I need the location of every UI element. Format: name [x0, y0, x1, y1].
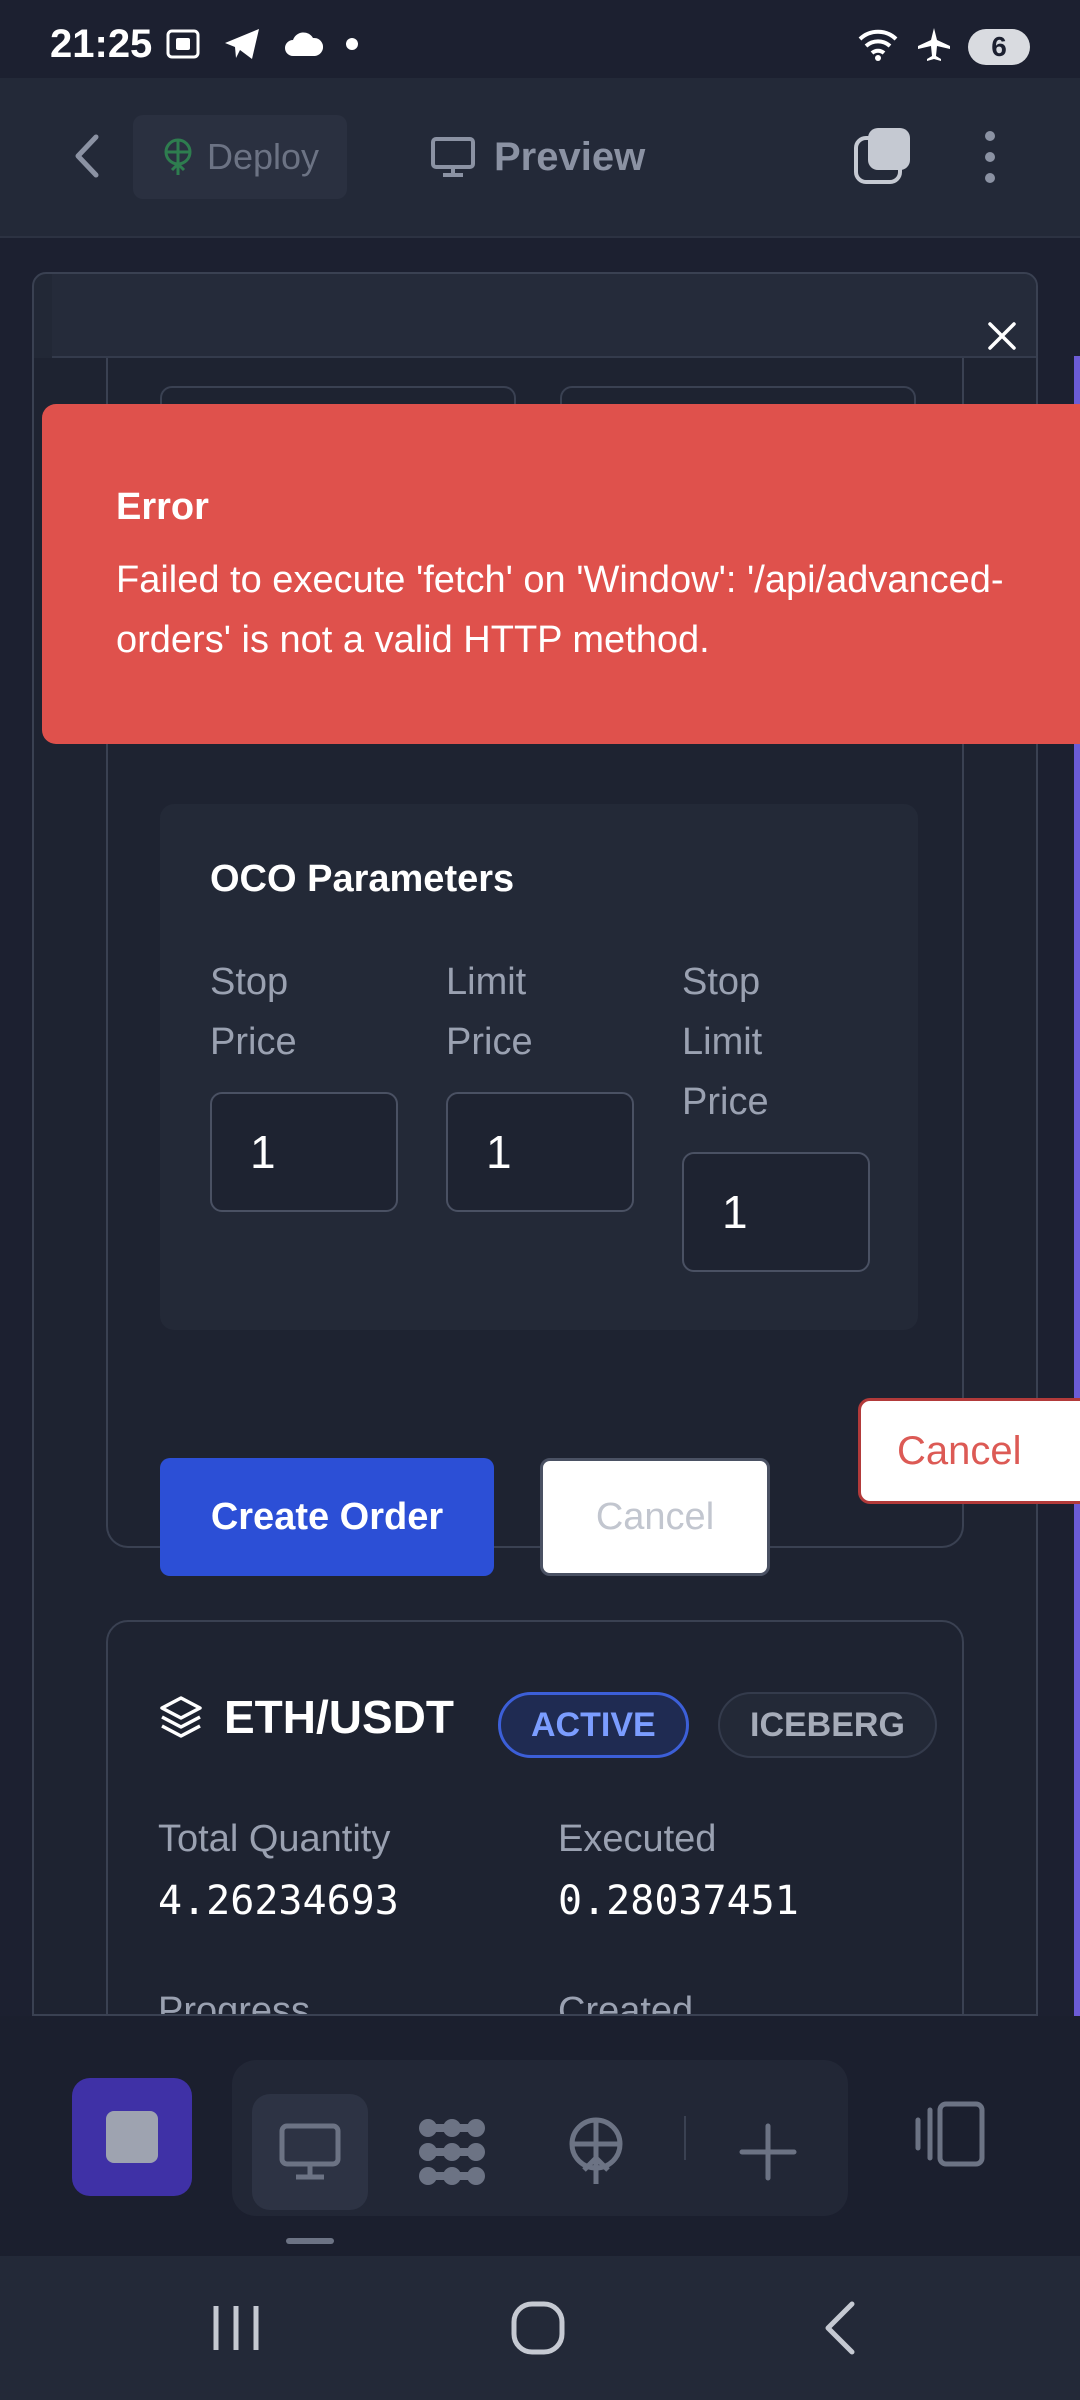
- dock-nodes-button[interactable]: [394, 2094, 510, 2210]
- plus-icon: [739, 2123, 797, 2181]
- status-icons-right: 6: [856, 26, 1030, 67]
- layers-icon: [160, 1696, 202, 1738]
- dock-deploy-button[interactable]: [538, 2094, 654, 2210]
- oco-parameters: OCO Parameters Stop Price 1 Limit Price …: [160, 804, 918, 1330]
- preview-button[interactable]: Preview: [430, 115, 645, 199]
- modal-header: [52, 274, 1036, 358]
- deploy-icon: [569, 2117, 623, 2184]
- order-card: ETH/USDT ACTIVE ICEBERG Total Quantity 4…: [106, 1620, 964, 2016]
- back-icon: [75, 134, 99, 178]
- close-button[interactable]: [984, 318, 1020, 354]
- dock-preview-button[interactable]: [252, 2094, 368, 2210]
- executed-label: Executed: [558, 1818, 717, 1860]
- nodes-icon: [419, 2119, 485, 2185]
- status-icons-left: [165, 26, 359, 67]
- bottom-dock: [0, 2016, 1080, 2256]
- limit-price-label: Limit Price: [446, 961, 533, 1063]
- stop-price-field: Stop Price 1: [210, 952, 400, 1212]
- system-nav-bar: [0, 2256, 1080, 2400]
- executed-value: 0.28037451: [558, 1878, 799, 1924]
- error-toast[interactable]: Error Failed to execute 'fetch' on 'Wind…: [42, 404, 1080, 744]
- stop-limit-price-field: Stop Limit Price 1: [682, 952, 872, 1272]
- tabs-icon: [854, 128, 910, 184]
- telegram-icon: [223, 27, 261, 66]
- deploy-button[interactable]: Deploy: [133, 115, 347, 199]
- deploy-label: Deploy: [207, 136, 320, 177]
- status-time: 21:25: [50, 22, 153, 66]
- order-pair: ETH/USDT: [158, 1690, 454, 1744]
- app-toolbar: Deploy Preview: [0, 78, 1080, 236]
- dock-divider: [684, 2116, 686, 2160]
- type-badge: ICEBERG: [718, 1692, 937, 1758]
- limit-price-input[interactable]: 1: [446, 1092, 634, 1212]
- order-cancel-button[interactable]: Cancel: [858, 1398, 1080, 1504]
- dock-panel-button[interactable]: [910, 2094, 990, 2174]
- total-quantity-label: Total Quantity: [158, 1818, 391, 1860]
- nav-back-button[interactable]: [810, 2296, 874, 2360]
- tabs-button[interactable]: [852, 126, 914, 188]
- total-quantity-value: 4.26234693: [158, 1878, 399, 1924]
- created-label: Created: [558, 1990, 694, 2016]
- status-badge: ACTIVE: [498, 1692, 689, 1758]
- dot-icon: [345, 37, 359, 56]
- status-bar: 21:25 6: [0, 0, 1080, 78]
- close-icon: [988, 322, 1016, 350]
- battery-level: 6: [991, 30, 1007, 62]
- monitor-icon: [431, 137, 475, 177]
- stop-limit-price-input[interactable]: 1: [682, 1152, 870, 1272]
- screenshot-icon: [165, 26, 201, 67]
- progress-label: Progress: [158, 1990, 311, 2016]
- deploy-icon: [164, 138, 192, 175]
- more-button[interactable]: [975, 126, 1005, 188]
- stop-button[interactable]: [72, 2078, 192, 2196]
- back-icon: [825, 2301, 855, 2355]
- panel-icon: [915, 2101, 985, 2167]
- battery-icon: 6: [968, 28, 1030, 65]
- order-pair-label: ETH/USDT: [224, 1691, 454, 1743]
- home-icon: [511, 2301, 565, 2355]
- wifi-icon: [856, 27, 900, 66]
- dock-add-button[interactable]: [710, 2094, 826, 2210]
- preview-label: Preview: [494, 134, 646, 179]
- stop-limit-price-label: Stop Limit Price: [682, 961, 769, 1123]
- recents-icon: [213, 2306, 259, 2350]
- monitor-icon: [279, 2123, 341, 2180]
- limit-price-field: Limit Price 1: [446, 952, 636, 1212]
- oco-title: OCO Parameters: [210, 858, 515, 900]
- cloud-icon: [283, 30, 324, 63]
- home-button[interactable]: [506, 2296, 570, 2360]
- handle: [286, 2238, 334, 2244]
- airplane-icon: [916, 26, 952, 67]
- recents-button[interactable]: [204, 2296, 268, 2360]
- cancel-button[interactable]: Cancel: [540, 1458, 770, 1576]
- dock-group: [232, 2060, 848, 2216]
- stop-price-label: Stop Price: [210, 961, 297, 1063]
- back-button[interactable]: [62, 123, 112, 189]
- more-icon: [985, 131, 995, 183]
- stop-icon: [106, 2111, 158, 2163]
- toast-message: Failed to execute 'fetch' on 'Window': '…: [116, 559, 1004, 661]
- create-order-button[interactable]: Create Order: [160, 1458, 494, 1576]
- stop-price-input[interactable]: 1: [210, 1092, 398, 1212]
- toast-title: Error: [116, 486, 209, 528]
